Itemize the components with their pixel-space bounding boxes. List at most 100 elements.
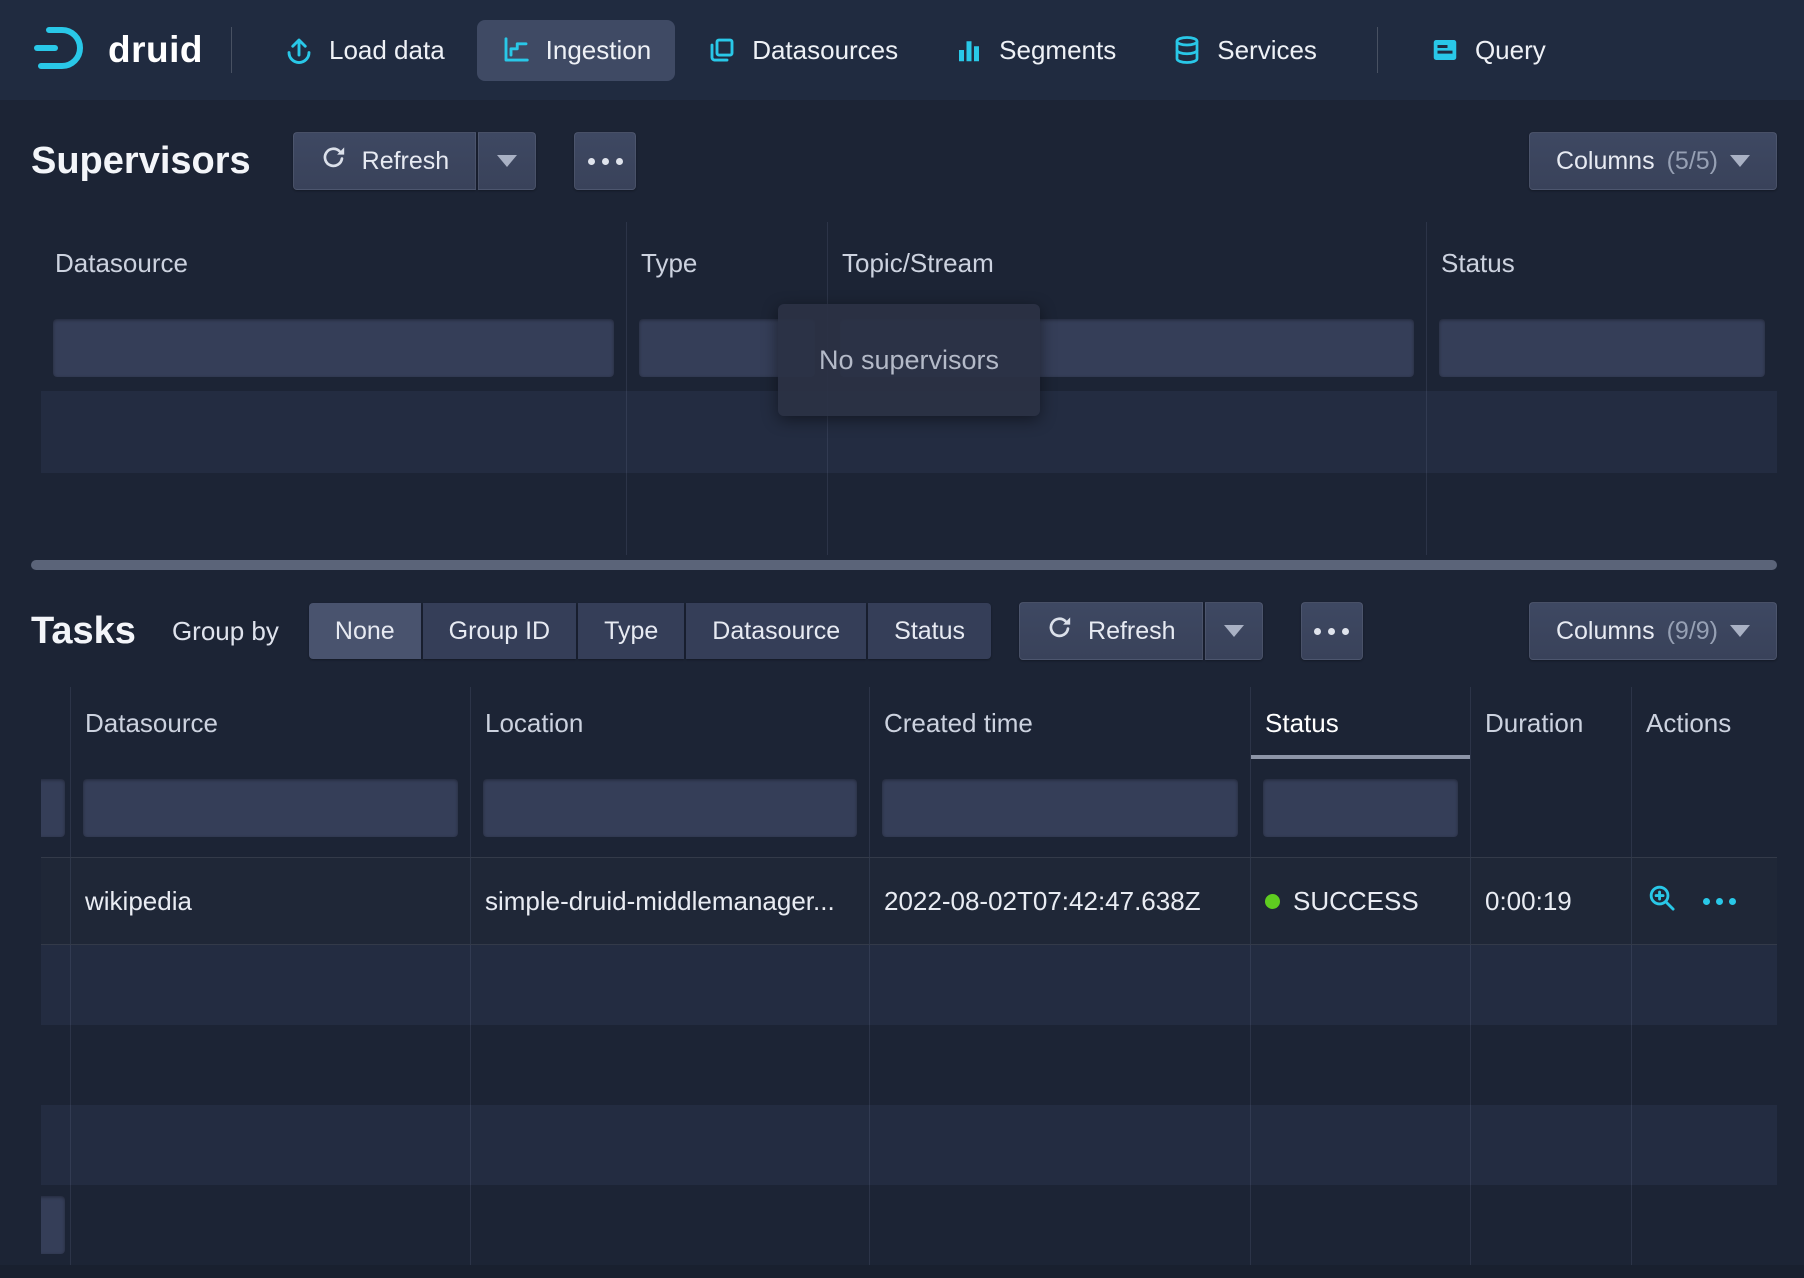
group-by-label: Group by — [172, 616, 279, 647]
group-by-group-id-button[interactable]: Group ID — [423, 603, 576, 659]
nav-divider — [231, 27, 232, 73]
supervisors-columns-button[interactable]: Columns (5/5) — [1529, 132, 1777, 190]
tasks-filter-row — [41, 759, 1777, 857]
location-cell: simple-druid-middlemanager... — [471, 858, 870, 944]
duration-value: 0:00:19 — [1485, 886, 1572, 917]
created-time-value: 2022-08-02T07:42:47.638Z — [884, 886, 1201, 917]
empty-cell — [1427, 473, 1777, 555]
nav-item-datasources[interactable]: Datasources — [683, 20, 922, 81]
filter-cell — [41, 305, 627, 391]
column-header-topic-stream[interactable]: Topic/Stream — [828, 222, 1427, 305]
empty-cell — [1251, 1185, 1471, 1265]
top-navbar: druid Load data Ingestion Datasources — [0, 0, 1804, 100]
nav-item-segments[interactable]: Segments — [930, 20, 1140, 81]
more-icon — [616, 158, 623, 165]
column-header-duration[interactable]: Duration — [1471, 687, 1632, 759]
tasks-columns-button[interactable]: Columns (9/9) — [1529, 602, 1777, 660]
filter-cell — [71, 759, 471, 857]
location-filter-input[interactable] — [483, 779, 857, 837]
group-by-status-button[interactable]: Status — [868, 603, 991, 659]
empty-cell — [41, 945, 71, 1025]
empty-cell — [1251, 1025, 1471, 1105]
datasource-value: wikipedia — [85, 886, 192, 917]
tasks-table: Datasource Location Created time Status … — [41, 687, 1777, 1265]
tasks-section: Tasks Group by None Group ID Type Dataso… — [0, 575, 1804, 1278]
datasource-filter-input[interactable] — [83, 779, 458, 837]
table-row — [41, 1185, 1777, 1265]
more-icon — [1328, 628, 1335, 635]
column-header-created-time[interactable]: Created time — [870, 687, 1251, 759]
horizontal-scrollbar — [0, 555, 1804, 575]
druid-logo[interactable]: druid — [34, 25, 203, 76]
supervisors-table: Datasource Type Topic/Stream Status No s… — [41, 222, 1777, 555]
logo-text: druid — [108, 29, 203, 71]
group-by-datasource-button[interactable]: Datasource — [686, 603, 866, 659]
column-header-status[interactable]: Status — [1251, 687, 1471, 759]
supervisors-toolbar: Supervisors Refresh Columns (5/ — [0, 100, 1804, 222]
supervisors-refresh-button[interactable]: Refresh — [293, 132, 477, 190]
task-actions-more-icon[interactable] — [1703, 898, 1736, 905]
supervisors-more-button[interactable] — [574, 132, 636, 190]
empty-cell — [1251, 1105, 1471, 1185]
empty-cell — [1632, 1105, 1777, 1185]
nav-item-query[interactable]: Query — [1406, 20, 1570, 81]
filter-cell — [1251, 759, 1471, 857]
empty-cell — [471, 1025, 870, 1105]
caret-down-icon — [1730, 625, 1750, 637]
tasks-refresh-split: Refresh — [1019, 602, 1263, 660]
clipped-filter-input[interactable] — [41, 1196, 65, 1254]
columns-label: Columns — [1556, 617, 1655, 646]
group-by-type-button[interactable]: Type — [578, 603, 684, 659]
refresh-label: Refresh — [362, 147, 450, 176]
refresh-icon — [1046, 614, 1073, 648]
actions-cell — [1632, 858, 1777, 944]
status-value: SUCCESS — [1293, 886, 1419, 917]
dot — [1716, 898, 1723, 905]
inspect-task-icon[interactable] — [1646, 882, 1677, 920]
nav-item-ingestion[interactable]: Ingestion — [477, 20, 676, 81]
column-header-location[interactable]: Location — [471, 687, 870, 759]
empty-cell — [870, 1185, 1251, 1265]
clipped-filter-input[interactable] — [41, 779, 65, 837]
nav-item-label: Ingestion — [546, 35, 652, 66]
status-filter-input[interactable] — [1439, 319, 1765, 377]
column-header-type[interactable]: Type — [627, 222, 828, 305]
datasource-filter-input[interactable] — [53, 319, 614, 377]
nav-item-load-data[interactable]: Load data — [260, 20, 469, 81]
column-header-actions[interactable]: Actions — [1632, 687, 1777, 759]
caret-down-icon — [1224, 625, 1244, 637]
tasks-title: Tasks — [31, 610, 136, 653]
table-row — [41, 473, 1777, 555]
scrollbar-thumb[interactable] — [31, 560, 1777, 570]
columns-count: (9/9) — [1667, 617, 1718, 646]
empty-cell — [1632, 1185, 1777, 1265]
empty-cell — [1251, 945, 1471, 1025]
empty-cell — [1427, 391, 1777, 473]
tasks-refresh-button[interactable]: Refresh — [1019, 602, 1203, 660]
task-row-wikipedia[interactable]: wikipedia simple-druid-middlemanager... … — [41, 857, 1777, 945]
upload-icon — [284, 35, 314, 65]
supervisors-refresh-dropdown-button[interactable] — [478, 132, 536, 190]
druid-logo-icon — [34, 25, 92, 76]
empty-cell — [41, 1025, 71, 1105]
empty-cell — [828, 473, 1427, 555]
column-header-datasource[interactable]: Datasource — [41, 222, 627, 305]
empty-cell — [41, 1185, 71, 1265]
table-row — [41, 945, 1777, 1025]
more-icon — [588, 158, 595, 165]
supervisors-title: Supervisors — [31, 140, 251, 183]
empty-cell — [471, 1105, 870, 1185]
more-icon — [602, 158, 609, 165]
group-by-none-button[interactable]: None — [309, 603, 421, 659]
tasks-more-button[interactable] — [1301, 602, 1363, 660]
empty-cell — [1632, 1025, 1777, 1105]
column-header-datasource[interactable]: Datasource — [71, 687, 471, 759]
status-filter-input[interactable] — [1263, 779, 1458, 837]
supervisors-refresh-split: Refresh — [293, 132, 537, 190]
created-time-filter-input[interactable] — [882, 779, 1238, 837]
location-value: simple-druid-middlemanager... — [485, 886, 835, 917]
nav-item-label: Query — [1475, 35, 1546, 66]
nav-item-services[interactable]: Services — [1148, 20, 1341, 81]
column-header-status[interactable]: Status — [1427, 222, 1777, 305]
tasks-refresh-dropdown-button[interactable] — [1205, 602, 1263, 660]
